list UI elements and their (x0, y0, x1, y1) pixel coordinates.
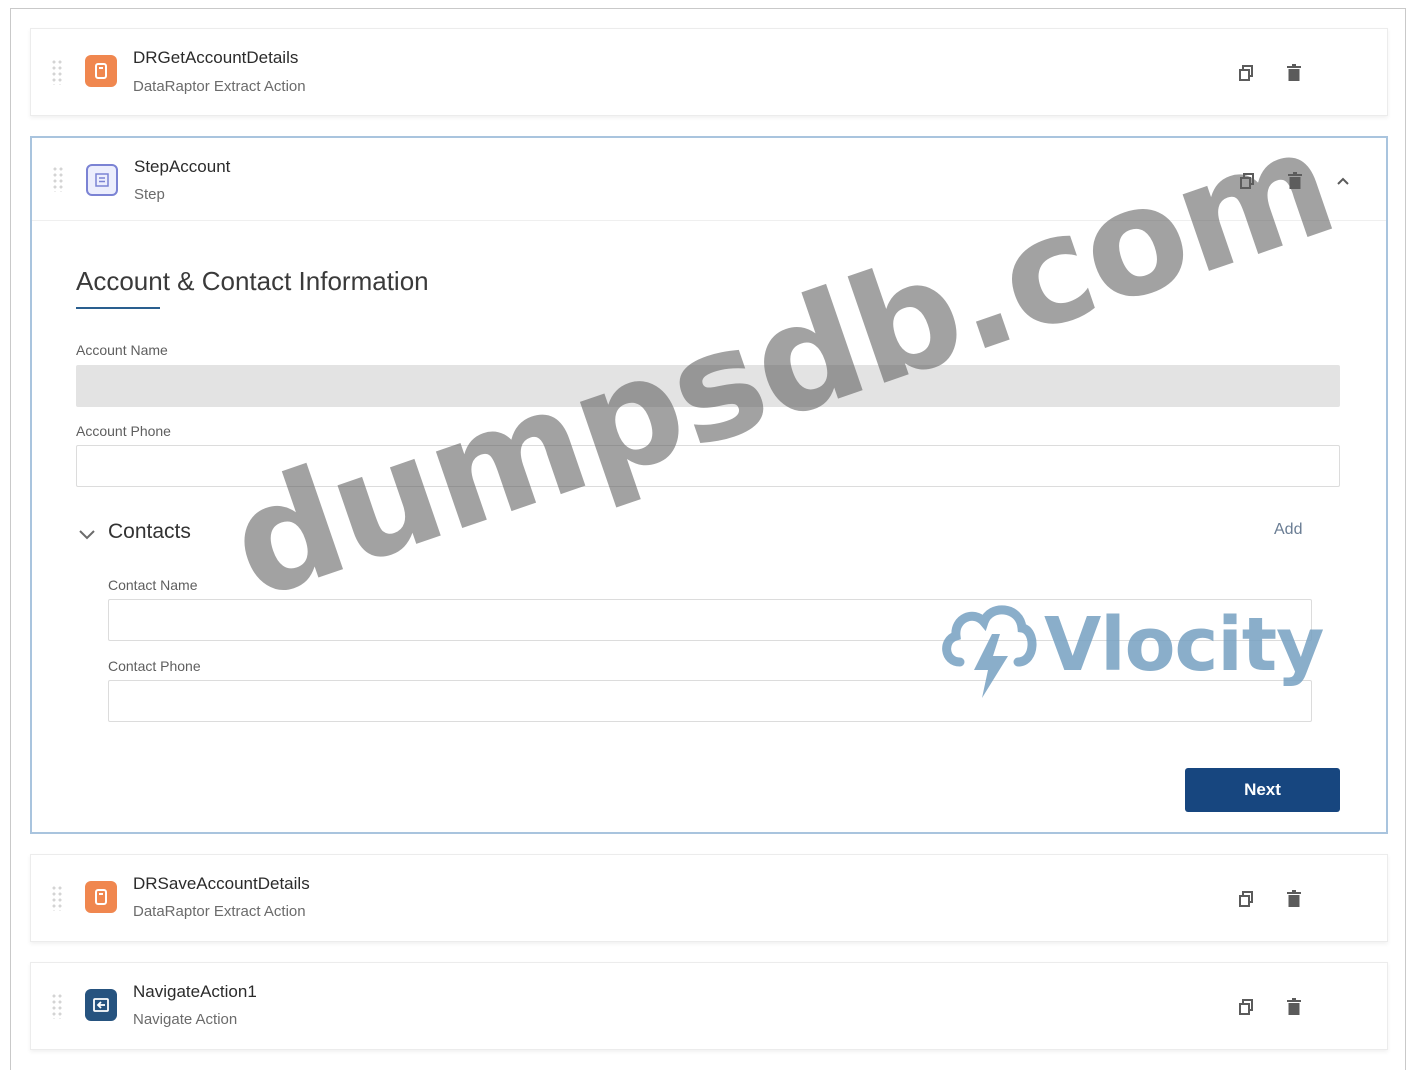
add-contact-link[interactable]: Add (1274, 521, 1302, 539)
card-subtitle: Step (134, 186, 165, 203)
card-subtitle: Navigate Action (133, 1011, 238, 1028)
chevron-down-icon[interactable] (78, 527, 96, 545)
contact-name-label: Contact Name (108, 577, 198, 593)
drag-handle-icon[interactable] (51, 885, 63, 911)
dataraptor-icon (85, 55, 117, 87)
card-subtitle: DataRaptor Extract Action (133, 78, 306, 95)
card-header: DRGetAccountDetails DataRaptor Extract A… (31, 29, 1387, 117)
navigate-icon (85, 989, 117, 1021)
cloud-lightning-icon (942, 605, 1037, 698)
element-card-drsaveaccountdetails[interactable]: DRSaveAccountDetails DataRaptor Extract … (30, 854, 1388, 942)
account-name-label: Account Name (76, 342, 168, 358)
copy-icon[interactable] (1235, 62, 1257, 84)
contacts-block-title[interactable]: Contacts (108, 520, 191, 544)
form-title-underline (76, 307, 160, 309)
chevron-up-icon[interactable] (1332, 170, 1354, 192)
card-subtitle: DataRaptor Extract Action (133, 903, 306, 920)
card-title: DRSaveAccountDetails (133, 874, 310, 893)
card-header: NavigateAction1 Navigate Action (31, 963, 1387, 1051)
element-card-drgetaccountdetails[interactable]: DRGetAccountDetails DataRaptor Extract A… (30, 28, 1388, 116)
account-phone-label: Account Phone (76, 423, 171, 439)
trash-icon[interactable] (1283, 888, 1305, 910)
dataraptor-icon (85, 881, 117, 913)
card-title: StepAccount (134, 157, 231, 176)
vlocity-watermark: Vlocity (938, 590, 1324, 700)
step-icon (86, 164, 118, 196)
contact-phone-label: Contact Phone (108, 658, 201, 674)
vlocity-text: Vlocity (1044, 602, 1324, 688)
card-header: DRSaveAccountDetails DataRaptor Extract … (31, 855, 1387, 943)
card-title: NavigateAction1 (133, 982, 257, 1001)
card-title: DRGetAccountDetails (133, 48, 299, 67)
drag-handle-icon[interactable] (52, 166, 64, 192)
next-button[interactable]: Next (1185, 768, 1340, 812)
form-title: Account & Contact Information (76, 266, 429, 296)
trash-icon[interactable] (1283, 996, 1305, 1018)
trash-icon[interactable] (1283, 62, 1305, 84)
element-card-navigateaction1[interactable]: NavigateAction1 Navigate Action (30, 962, 1388, 1050)
copy-icon[interactable] (1235, 996, 1257, 1018)
drag-handle-icon[interactable] (51, 59, 63, 85)
drag-handle-icon[interactable] (51, 993, 63, 1019)
copy-icon[interactable] (1235, 888, 1257, 910)
